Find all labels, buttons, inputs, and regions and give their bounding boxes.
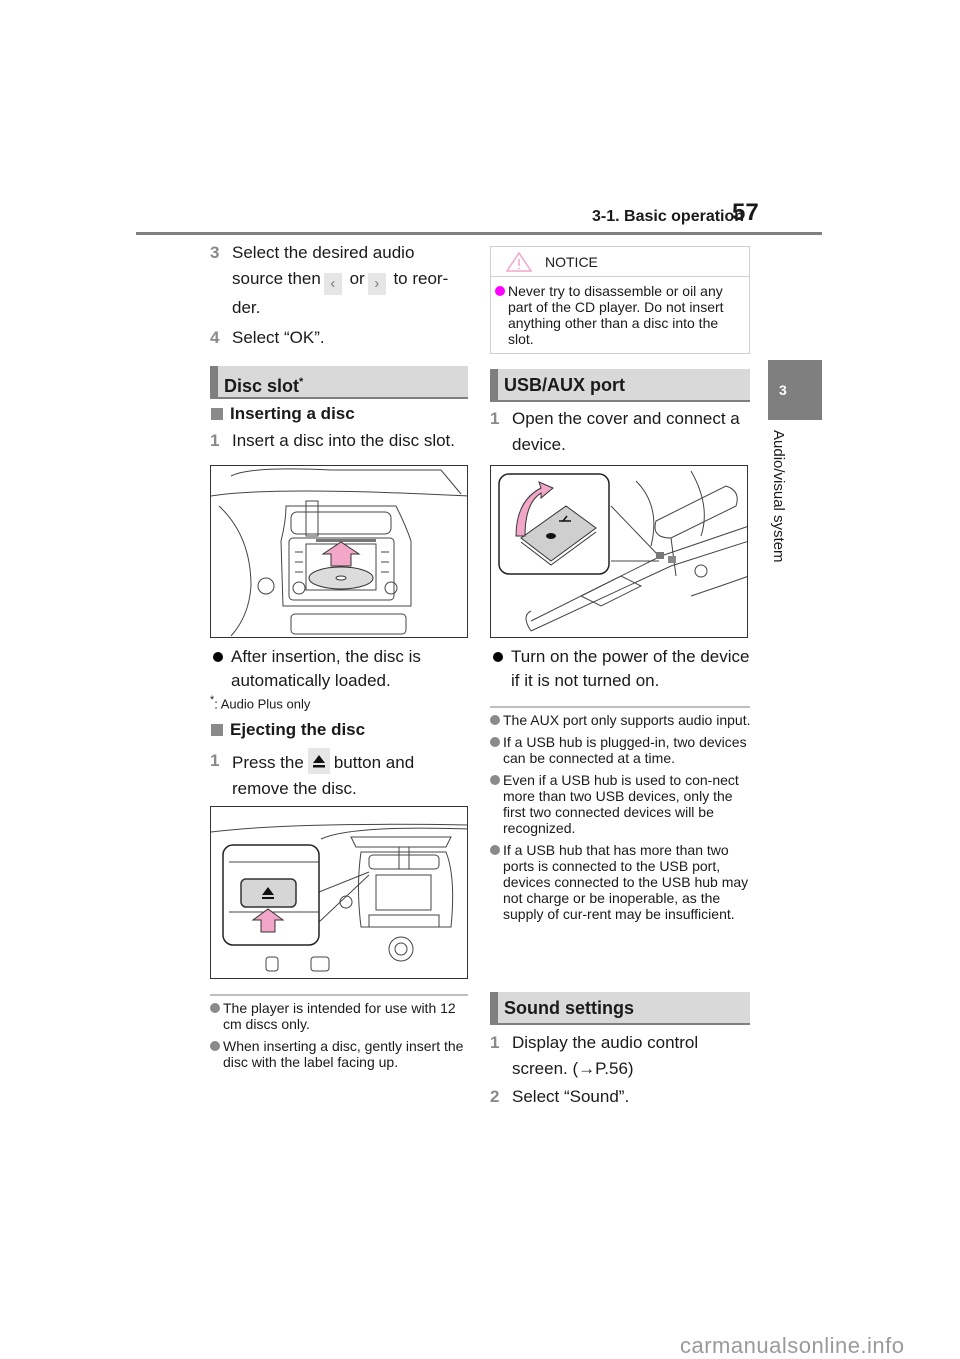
footnote: *: Audio Plus only [210, 694, 311, 712]
notice-header: NOTICE [491, 247, 749, 277]
aux-symbol-icon [546, 533, 556, 539]
step-4: 4 Select “OK”. [210, 328, 325, 347]
warning-triangle-icon [505, 251, 533, 272]
eject-button-illustration [210, 806, 468, 979]
step-or: or [349, 269, 365, 288]
chevron-right-icon: › [367, 273, 386, 295]
notes-divider [490, 706, 750, 708]
bullet-icon [490, 737, 500, 747]
inserting-subheading: Inserting a disc [211, 404, 355, 424]
bullet-icon [490, 715, 500, 725]
left-column: 3 Select the desired audio source then ‹ o… [210, 240, 472, 351]
chevron-left-icon: ‹ [323, 273, 342, 295]
console-usb-drawing [498, 470, 747, 632]
bullet-icon [213, 652, 223, 662]
eject-icon [307, 748, 330, 774]
dashboard-disc-drawing [211, 468, 467, 637]
watermark[interactable]: carmanualsonline.info [680, 1333, 905, 1359]
eject-step-1: 1 Press the button and remove the disc. [210, 748, 472, 802]
step-3: 3 Select the desired audio source then ‹ o… [210, 243, 449, 317]
bullet-icon [210, 1041, 220, 1051]
header-rule [136, 232, 822, 235]
chapter-title: Audio/visual system [770, 430, 787, 563]
note-item: When inserting a disc, gently insert the… [210, 1038, 472, 1070]
note-item: The AUX port only supports audio input. [490, 712, 752, 728]
bullet-icon [490, 845, 500, 855]
sound-step-2: 2 Select “Sound”. [490, 1087, 630, 1106]
chapter-tab[interactable]: 3 [768, 360, 822, 420]
sound-settings-heading: Sound settings [490, 992, 750, 1025]
page-number: 57 [732, 199, 759, 226]
notice-item: Never try to disassemble or oil any part… [495, 283, 745, 347]
square-bullet-icon [211, 408, 223, 420]
note-item: If a USB hub is plugged-in, two devices … [490, 734, 752, 766]
chapter-number: 3 [779, 382, 787, 398]
bullet-icon [210, 1003, 220, 1013]
insert-arrow-icon [321, 541, 361, 567]
usb-notes: The AUX port only supports audio input. … [490, 712, 752, 928]
note-item: The player is intended for use with 12 c… [210, 1000, 472, 1032]
bullet-icon [490, 775, 500, 785]
notes-divider [210, 994, 468, 996]
square-bullet-icon [211, 724, 223, 736]
disc-slot [316, 539, 376, 542]
insert-step-1: 1 Insert a disc into the disc slot. [210, 431, 455, 450]
sound-step-1: 1 Display the audio control screen. (→P.… [490, 1033, 699, 1078]
disc-slot-heading: Disc slot* [210, 366, 468, 399]
usb-step-1: 1 Open the cover and connect a device. [490, 409, 740, 454]
bullet-icon [495, 286, 505, 296]
usb-aux-heading: USB/AUX port [490, 369, 750, 402]
power-bullet: Turn on the power of the device if it is… [490, 645, 752, 693]
insertion-bullet: After insertion, the disc is automatical… [210, 645, 472, 693]
sound-steps: 1 Display the audio control screen. (→P.… [490, 1030, 752, 1110]
bullet-icon [493, 652, 503, 662]
note-item: If a USB hub that has more than two port… [490, 842, 752, 922]
ejecting-subheading: Ejecting the disc [211, 720, 365, 740]
disc-notes: The player is intended for use with 12 c… [210, 1000, 472, 1076]
disc-slot-illustration [210, 465, 468, 638]
notice-box: NOTICE Never try to disassemble or oil a… [490, 246, 750, 354]
section-title: 3-1. Basic operation [592, 208, 745, 225]
note-item: Even if a USB hub is used to con-nect mo… [490, 772, 752, 836]
dashboard-eject-drawing [211, 823, 467, 972]
usb-aux-port-illustration [490, 465, 748, 638]
